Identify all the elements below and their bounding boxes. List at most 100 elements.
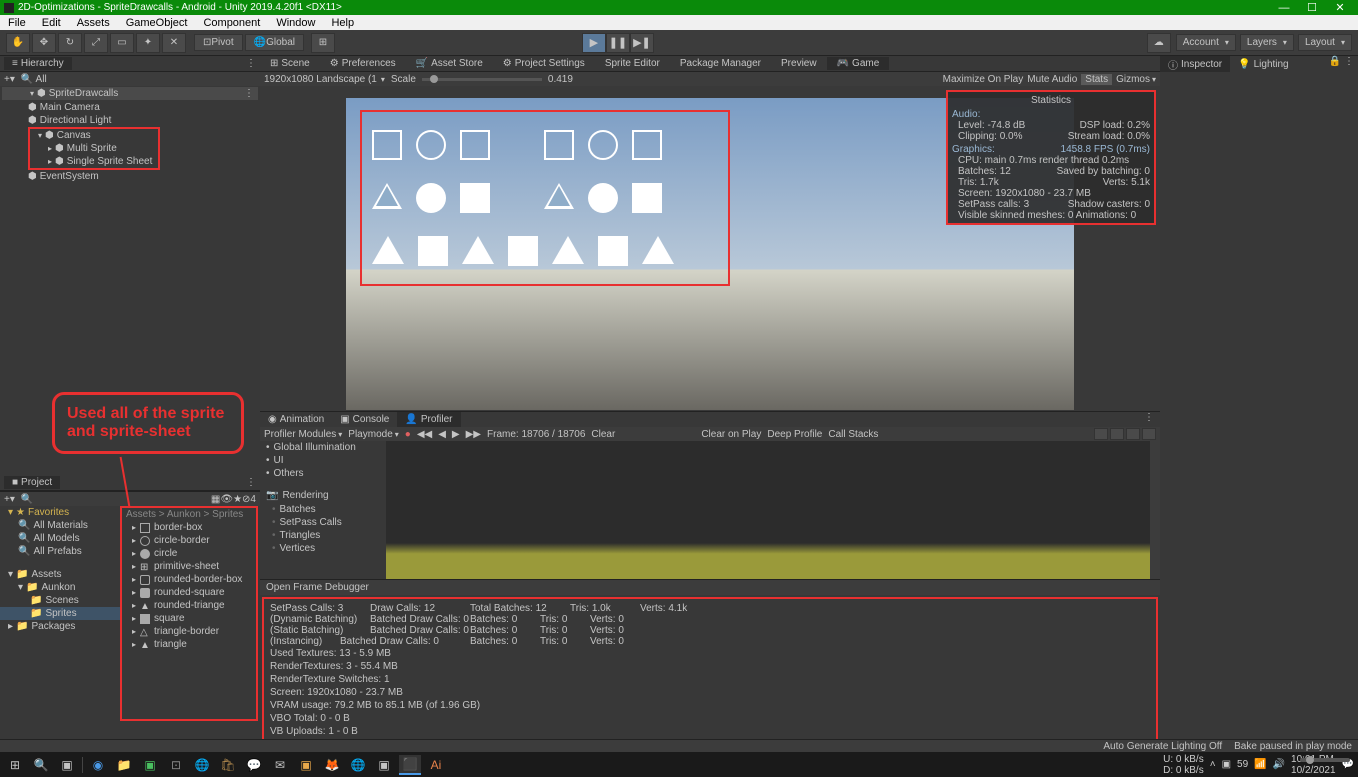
project-menu-icon[interactable]: ⋮	[246, 477, 256, 488]
render-vertices[interactable]: Vertices	[272, 542, 386, 555]
project-tab[interactable]: ■ Project	[4, 476, 60, 489]
pivot-toggle[interactable]: ⊡Pivot	[194, 34, 243, 51]
taskbar-app[interactable]: Ai	[425, 755, 447, 775]
tab-scene[interactable]: ⊞ Scene	[260, 57, 320, 70]
project-filter-icon[interactable]: ▦	[211, 494, 220, 505]
clear-button[interactable]: Clear	[591, 429, 615, 440]
project-file[interactable]: ▸⊞primitive-sheet	[122, 560, 256, 573]
profiler-load-icon[interactable]	[1110, 428, 1124, 440]
tab-game[interactable]: 🎮 Game	[827, 57, 890, 70]
scale-slider[interactable]	[422, 78, 542, 81]
open-frame-debugger[interactable]: Open Frame Debugger	[260, 579, 1160, 595]
project-search[interactable]: 🔍	[21, 494, 211, 505]
project-fav-materials[interactable]: 🔍 All Materials	[0, 519, 120, 532]
tray-icon[interactable]: ▣	[1222, 759, 1231, 770]
project-file[interactable]: ▸square	[122, 612, 256, 625]
volume-icon[interactable]: 59	[1237, 759, 1248, 770]
hierarchy-item-light[interactable]: ⬢ Directional Light	[0, 114, 260, 127]
menu-window[interactable]: Window	[268, 17, 323, 29]
hierarchy-add-button[interactable]: +▾	[4, 74, 15, 85]
resolution-dropdown[interactable]: 1920x1080 Landscape (1	[264, 74, 385, 85]
inspector-lock-icon[interactable]: 🔒 ⋮	[1325, 56, 1358, 72]
tab-preferences[interactable]: ⚙ Preferences	[320, 57, 406, 70]
step-button[interactable]: ▶❚	[630, 33, 654, 53]
profiler-menu-icon[interactable]	[1142, 428, 1156, 440]
taskbar-unity[interactable]: ⬛	[399, 755, 421, 775]
play-button[interactable]: ▶	[582, 33, 606, 53]
profiler-chart[interactable]	[386, 441, 1150, 579]
project-file[interactable]: ▸△triangle-border	[122, 625, 256, 638]
project-file[interactable]: ▸▲triangle	[122, 638, 256, 651]
project-zoom-slider[interactable]	[1300, 758, 1350, 762]
rect-tool[interactable]: ▭	[110, 33, 134, 53]
account-dropdown[interactable]: Account	[1176, 34, 1236, 51]
project-eye-icon[interactable]: 👁	[220, 494, 233, 505]
render-triangles[interactable]: Triangles	[272, 529, 386, 542]
minimize-button[interactable]: —	[1270, 2, 1298, 14]
project-packages[interactable]: ▸📁 Packages	[0, 620, 120, 633]
taskbar-app[interactable]: ⊡	[165, 755, 187, 775]
custom-tool[interactable]: ✕	[162, 33, 186, 53]
transform-tool[interactable]: ✦	[136, 33, 160, 53]
hierarchy-tab[interactable]: ≡ Hierarchy	[4, 57, 72, 70]
menu-edit[interactable]: Edit	[34, 17, 69, 29]
profiler-mod-gi[interactable]: Global Illumination	[260, 441, 386, 454]
taskview-icon[interactable]: ▣	[56, 755, 78, 775]
project-fav-models[interactable]: 🔍 All Models	[0, 532, 120, 545]
hierarchy-item-camera[interactable]: ⬢ Main Camera	[0, 101, 260, 114]
project-aunkon[interactable]: ▾📁 Aunkon	[0, 581, 120, 594]
profiler-save-icon[interactable]	[1094, 428, 1108, 440]
hierarchy-item-multisprite[interactable]: ▸⬢ Multi Sprite	[30, 142, 158, 155]
mute-toggle[interactable]: Mute Audio	[1027, 74, 1077, 85]
project-scenes[interactable]: 📁 Scenes	[0, 594, 120, 607]
tab-preview[interactable]: Preview	[771, 57, 827, 70]
close-button[interactable]: ✕	[1326, 1, 1354, 14]
tab-inspector[interactable]: ⓘ Inspector	[1160, 56, 1230, 72]
layers-dropdown[interactable]: Layers	[1240, 34, 1294, 51]
project-file[interactable]: ▸▲rounded-triange	[122, 599, 256, 612]
profiler-scrollbar[interactable]	[1150, 441, 1160, 579]
rendering-module[interactable]: 📷 Rendering	[260, 488, 386, 503]
tab-animation[interactable]: ◉ Animation	[260, 412, 332, 427]
profiler-mod-others[interactable]: Others	[260, 467, 386, 480]
maximize-button[interactable]: ☐	[1298, 1, 1326, 14]
tab-projectsettings[interactable]: ⚙ Project Settings	[493, 57, 595, 70]
tab-profiler[interactable]: 👤 Profiler	[397, 412, 460, 427]
project-file[interactable]: ▸circle	[122, 547, 256, 560]
tab-assetstore[interactable]: 🛒 Asset Store	[406, 57, 493, 70]
hierarchy-search[interactable]: 🔍 All	[21, 74, 47, 85]
global-toggle[interactable]: 🌐Global	[245, 34, 304, 51]
wifi-icon[interactable]: 📶	[1254, 759, 1266, 770]
taskbar-app[interactable]: 🌐	[347, 755, 369, 775]
clear-on-play[interactable]: Clear on Play	[701, 429, 761, 440]
profiler-menu-icon[interactable]: ⋮	[1138, 412, 1160, 427]
move-tool[interactable]: ✥	[32, 33, 56, 53]
taskbar-app[interactable]: ▣	[373, 755, 395, 775]
scale-tool[interactable]: ⤢	[84, 33, 108, 53]
hierarchy-scene[interactable]: ▾⬢ SpriteDrawcalls⋮	[2, 87, 258, 100]
profiler-help-icon[interactable]	[1126, 428, 1140, 440]
project-add-button[interactable]: +▾	[4, 494, 15, 505]
menu-assets[interactable]: Assets	[69, 17, 118, 29]
start-button[interactable]: ⊞	[4, 755, 26, 775]
taskbar-app[interactable]: 🛍	[217, 755, 239, 775]
project-favorites[interactable]: ▾★ Favorites	[0, 506, 120, 519]
snap-tool[interactable]: ⊞	[311, 33, 335, 53]
volume-icon[interactable]: 🔊	[1273, 759, 1285, 770]
tab-console[interactable]: ▣ Console	[332, 412, 397, 427]
tray-up-icon[interactable]: ˄	[1210, 759, 1216, 770]
profiler-modules-dropdown[interactable]: Profiler Modules	[264, 429, 342, 440]
taskbar-app[interactable]: 📁	[113, 755, 135, 775]
project-hidden-icon[interactable]: ⊘4	[242, 494, 256, 505]
project-file[interactable]: ▸rounded-square	[122, 586, 256, 599]
project-breadcrumb[interactable]: Assets > Aunkon > Sprites	[122, 508, 256, 521]
profiler-mod-ui[interactable]: UI	[260, 454, 386, 467]
prev-frame-first[interactable]: ◀◀	[417, 429, 432, 440]
render-setpass[interactable]: SetPass Calls	[272, 516, 386, 529]
project-file[interactable]: ▸border-box	[122, 521, 256, 534]
project-sprites[interactable]: 📁 Sprites	[0, 607, 120, 620]
taskbar-app[interactable]: ◉	[87, 755, 109, 775]
next-frame[interactable]: ▶	[452, 429, 460, 440]
project-file[interactable]: ▸rounded-border-box	[122, 573, 256, 586]
hierarchy-item-canvas[interactable]: ▾⬢ Canvas	[30, 129, 158, 142]
